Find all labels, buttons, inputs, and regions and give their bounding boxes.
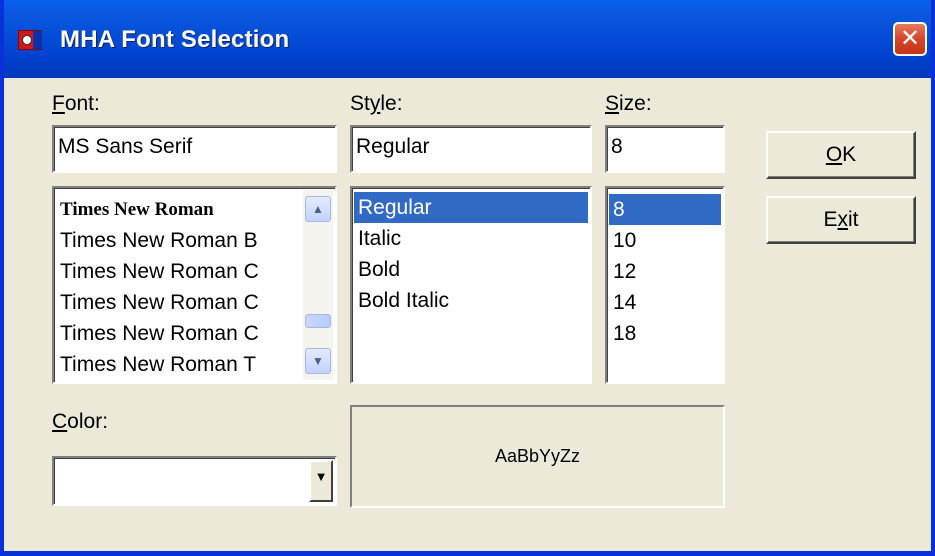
- color-dropdown-button[interactable]: ▼: [309, 460, 333, 502]
- color-dropdown[interactable]: ▼: [52, 456, 337, 506]
- font-list-item[interactable]: Times New Roman B: [56, 225, 301, 256]
- font-list[interactable]: Times New Roman Times New Roman B Times …: [52, 186, 337, 384]
- size-input[interactable]: 8: [605, 125, 725, 173]
- size-input-value: 8: [611, 135, 623, 158]
- style-list-item-selected[interactable]: Regular: [354, 192, 588, 223]
- font-input[interactable]: MS Sans Serif: [52, 125, 337, 173]
- app-icon: [18, 30, 42, 50]
- close-icon: ✕: [899, 24, 921, 52]
- close-button[interactable]: ✕: [893, 22, 927, 56]
- title-bar[interactable]: MHA Font Selection ✕: [4, 0, 931, 78]
- style-input-value: Regular: [356, 135, 430, 158]
- style-list-item[interactable]: Italic: [354, 223, 588, 254]
- font-list-scrollbar[interactable]: ▲ ▼: [303, 190, 333, 380]
- color-label: Color:: [52, 410, 109, 433]
- font-preview: AaBbYyZz: [350, 405, 725, 508]
- size-list-item-selected[interactable]: 8: [609, 194, 721, 225]
- size-list-item[interactable]: 14: [609, 287, 721, 318]
- font-input-value: MS Sans Serif: [58, 135, 193, 158]
- style-list-item[interactable]: Bold: [354, 254, 588, 285]
- size-label: Size:: [605, 92, 652, 115]
- chevron-up-icon: ▲: [312, 202, 324, 216]
- font-list-item[interactable]: Times New Roman C: [56, 287, 301, 318]
- size-list-item[interactable]: 18: [609, 318, 721, 349]
- scroll-down-button[interactable]: ▼: [305, 348, 331, 374]
- style-label: Style:: [350, 92, 403, 115]
- font-list-item[interactable]: Times New Roman T: [56, 349, 301, 380]
- style-list[interactable]: Regular Italic Bold Bold Italic: [350, 186, 592, 384]
- scroll-thumb[interactable]: [305, 314, 331, 328]
- style-list-item[interactable]: Bold Italic: [354, 285, 588, 316]
- window-title: MHA Font Selection: [60, 26, 290, 53]
- size-list-item[interactable]: 12: [609, 256, 721, 287]
- font-list-item[interactable]: Times New Roman C: [56, 256, 301, 287]
- font-list-item[interactable]: Times New Roman: [56, 194, 301, 225]
- scroll-up-button[interactable]: ▲: [305, 196, 331, 222]
- dropdown-arrow-icon: ▼: [314, 469, 328, 484]
- chevron-down-icon: ▼: [312, 354, 324, 368]
- font-selection-dialog: MHA Font Selection ✕ Font: MS Sans Serif…: [0, 0, 935, 556]
- exit-button[interactable]: Exit: [766, 196, 916, 244]
- color-dropdown-value: [54, 458, 58, 466]
- preview-sample-text: AaBbYyZz: [494, 446, 581, 466]
- size-list[interactable]: 8 10 12 14 18: [605, 186, 725, 384]
- font-list-item[interactable]: Times New Roman C: [56, 318, 301, 349]
- size-list-item[interactable]: 10: [609, 225, 721, 256]
- ok-button[interactable]: OK: [766, 131, 916, 179]
- style-input[interactable]: Regular: [350, 125, 592, 173]
- font-label: Font:: [52, 92, 100, 115]
